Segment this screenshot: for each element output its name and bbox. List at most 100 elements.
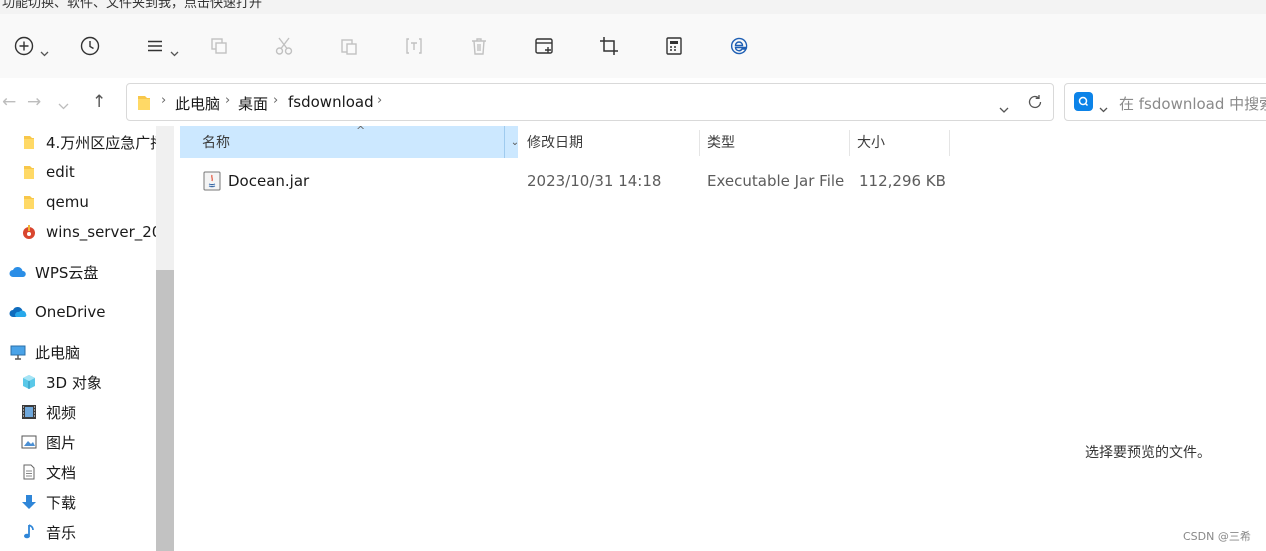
back-arrow-icon[interactable]: ← <box>2 92 16 112</box>
rename-icon[interactable] <box>402 34 426 58</box>
column-divider[interactable] <box>849 130 850 156</box>
up-arrow-icon[interactable]: ↑ <box>92 92 106 112</box>
view-menu-chevron-down-icon[interactable] <box>170 42 179 61</box>
sidebar-item-label: OneDrive <box>35 303 106 321</box>
file-size: 112,296 KB <box>859 172 946 190</box>
crop-icon[interactable] <box>597 34 621 58</box>
command-toolbar <box>0 14 1266 79</box>
breadcrumb-this-pc[interactable]: 此电脑 <box>175 93 220 114</box>
address-bar[interactable]: › 此电脑 › 桌面 › fsdownload › <box>126 83 1054 121</box>
breadcrumb-desktop[interactable]: 桌面 <box>238 93 268 114</box>
sidebar-item-label: 音乐 <box>46 523 77 542</box>
column-header-name-label: 名称 <box>202 135 230 151</box>
sidebar-item-wanzhou[interactable]: 4.万州区应急广播 <box>0 129 156 155</box>
search-scope-chevron-down-icon[interactable] <box>1099 98 1108 117</box>
column-header-modified[interactable]: 修改日期 <box>527 126 697 158</box>
window-title-fragment: 功能切换、软件、文件夹到我，点击快速打开 <box>2 0 263 11</box>
cloud-icon <box>9 263 27 281</box>
sidebar-item-label: qemu <box>46 193 89 211</box>
column-header-size-label: 大小 <box>857 135 885 151</box>
sidebar-item-label: edit <box>46 163 75 181</box>
sidebar-item-3d-objects[interactable]: 3D 对象 <box>0 369 156 395</box>
file-list: 名称 ^ ⌄ 修改日期 类型 大小 Docean.jar 2023/10/31 … <box>176 124 980 551</box>
column-filter-chevron-down-icon[interactable]: ⌄ <box>504 126 525 158</box>
cut-icon[interactable] <box>272 34 296 58</box>
column-divider[interactable] <box>699 130 700 156</box>
new-menu-chevron-down-icon[interactable] <box>40 42 49 61</box>
navigation-pane: 4.万州区应急广播 edit qemu wins_server_20 WPS云盘… <box>0 126 156 551</box>
music-icon <box>20 523 38 541</box>
column-header-type[interactable]: 类型 <box>707 126 847 158</box>
sidebar-item-onedrive[interactable]: OneDrive <box>0 299 156 325</box>
column-header-size[interactable]: 大小 <box>857 126 947 158</box>
downloads-icon <box>20 493 38 511</box>
column-header-modified-label: 修改日期 <box>527 135 583 151</box>
video-icon <box>20 403 38 421</box>
address-history-chevron-down-icon[interactable] <box>999 98 1009 117</box>
watermark: CSDN @三希 <box>1183 530 1251 543</box>
sidebar-item-wins-server[interactable]: wins_server_20 <box>0 219 156 245</box>
breadcrumb-fsdownload[interactable]: fsdownload <box>288 93 374 111</box>
sidebar-item-wps-cloud[interactable]: WPS云盘 <box>0 259 156 285</box>
sidebar-item-label: 视频 <box>46 403 77 422</box>
sort-ascending-icon: ^ <box>356 124 366 137</box>
recent-locations-chevron-down-icon[interactable] <box>58 95 69 115</box>
sidebar-item-label: 文档 <box>46 463 77 482</box>
file-name[interactable]: Docean.jar <box>228 172 309 190</box>
calculator-icon[interactable] <box>662 34 686 58</box>
new-icon[interactable] <box>12 34 36 58</box>
sidebar-item-label: wins_server_20 <box>46 223 156 241</box>
jar-file-icon <box>203 171 221 195</box>
breadcrumb-chevron-icon: › <box>225 93 231 108</box>
onedrive-icon <box>9 303 27 321</box>
sidebar-item-videos[interactable]: 视频 <box>0 399 156 425</box>
forward-arrow-icon[interactable]: → <box>27 92 41 112</box>
add-window-icon[interactable] <box>532 34 556 58</box>
app-icon <box>20 223 38 241</box>
sidebar-item-documents[interactable]: 文档 <box>0 459 156 485</box>
sidebar-item-this-pc[interactable]: 此电脑 <box>0 339 156 365</box>
preview-empty-text: 选择要预览的文件。 <box>1085 445 1211 461</box>
column-header-type-label: 类型 <box>707 135 735 151</box>
sidebar-item-music[interactable]: 音乐 <box>0 519 156 545</box>
sidebar-item-qemu[interactable]: qemu <box>0 189 156 215</box>
sidebar-item-downloads[interactable]: 下载 <box>0 489 156 515</box>
3d-objects-icon <box>20 373 38 391</box>
history-icon[interactable] <box>78 34 102 58</box>
search-box[interactable]: 在 fsdownload 中搜索 <box>1064 83 1266 121</box>
folder-icon <box>20 133 38 151</box>
pictures-icon <box>20 433 38 451</box>
window-title-strip: 功能切换、软件、文件夹到我，点击快速打开 <box>0 0 1266 14</box>
computer-icon <box>9 343 27 361</box>
folder-icon <box>20 163 38 181</box>
sidebar-item-label: 下载 <box>46 493 77 512</box>
refresh-icon[interactable] <box>1026 93 1044 115</box>
preview-pane: 选择要预览的文件。 <box>980 126 1266 551</box>
file-type: Executable Jar File <box>707 172 845 190</box>
address-row: ← → ↑ › 此电脑 › 桌面 › fsdownload › 在 fsdown… <box>0 78 1266 126</box>
documents-icon <box>20 463 38 481</box>
folder-icon <box>137 94 151 115</box>
delete-icon[interactable] <box>467 34 491 58</box>
sidebar-item-edit[interactable]: edit <box>0 159 156 185</box>
breadcrumb-chevron-icon[interactable]: › <box>377 93 382 108</box>
file-modified: 2023/10/31 14:18 <box>527 172 662 190</box>
browser-icon[interactable] <box>727 34 751 58</box>
search-icon <box>1074 92 1093 111</box>
breadcrumb-chevron-icon: › <box>161 93 167 108</box>
view-icon[interactable] <box>143 34 167 58</box>
table-row[interactable]: Docean.jar 2023/10/31 14:18 Executable J… <box>180 166 960 196</box>
column-header-name[interactable]: 名称 ^ ⌄ <box>180 124 519 158</box>
sidebar-item-label: 4.万州区应急广播 <box>46 133 156 152</box>
copy-icon[interactable] <box>207 34 231 58</box>
navigation-scrollbar-thumb[interactable] <box>156 270 174 551</box>
sidebar-item-pictures[interactable]: 图片 <box>0 429 156 455</box>
sidebar-item-label: 3D 对象 <box>46 373 102 392</box>
sidebar-item-label: 图片 <box>46 433 77 452</box>
folder-icon <box>20 193 38 211</box>
sidebar-item-label: WPS云盘 <box>35 263 99 282</box>
breadcrumb-chevron-icon: › <box>273 93 279 108</box>
search-input[interactable]: 在 fsdownload 中搜索 <box>1119 93 1266 114</box>
paste-icon[interactable] <box>337 34 361 58</box>
column-divider[interactable] <box>949 130 950 156</box>
